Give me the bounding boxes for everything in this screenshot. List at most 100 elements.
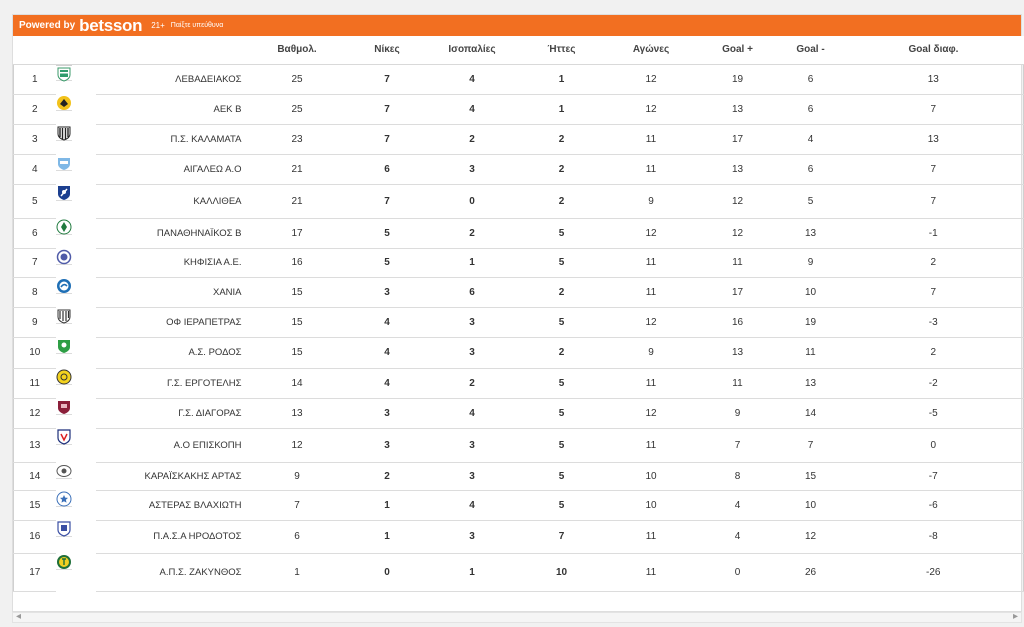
table-row: 17 Α.Π.Σ. ΖΑΚΥΝΘΟΣ 1 0 1 10 11 0 26 -26 (13, 553, 1024, 592)
goals-for-cell: 7 (697, 428, 778, 463)
col-points[interactable]: Βαθμολ. (245, 36, 349, 65)
goals-against-cell: 7 (777, 428, 844, 463)
goals-against-cell: 12 (777, 520, 844, 554)
goals-for-cell: 13 (697, 94, 778, 125)
draws-cell: 4 (425, 63, 519, 95)
col-losses[interactable]: Ήττες (518, 36, 605, 65)
col-goal-diff[interactable]: Goal διαφ. (843, 36, 1024, 65)
scroll-left-icon[interactable]: ◂ (16, 611, 21, 622)
team-logo-icon (57, 400, 70, 414)
goal-diff-cell: 7 (843, 277, 1024, 308)
wins-cell: 7 (348, 94, 426, 125)
position-cell: 6 (13, 218, 56, 249)
goals-against-cell: 9 (777, 248, 844, 278)
draws-cell: 1 (425, 248, 519, 278)
goals-against-cell: 26 (777, 553, 844, 592)
scroll-right-icon[interactable]: ▸ (1013, 611, 1018, 622)
losses-cell: 2 (518, 337, 605, 369)
position-cell: 17 (13, 553, 56, 592)
losses-cell: 5 (518, 307, 605, 338)
wins-cell: 7 (348, 63, 426, 95)
col-goals-against[interactable]: Goal - (777, 36, 844, 65)
draws-cell: 4 (425, 490, 519, 521)
games-cell: 12 (604, 63, 698, 95)
draws-cell: 3 (425, 462, 519, 491)
goal-diff-cell: -3 (843, 307, 1024, 338)
draws-cell: 2 (425, 124, 519, 155)
team-name-cell: Π.Σ. ΚΑΛΑΜΑΤΑ (95, 124, 246, 155)
team-logo-icon (57, 339, 70, 353)
betsson-logo[interactable]: betsson (79, 17, 142, 34)
losses-cell: 10 (518, 553, 605, 592)
games-cell: 12 (604, 307, 698, 338)
team-name-cell: Α.Σ. ΡΟΔΟΣ (95, 337, 246, 369)
team-logo-cell (55, 429, 72, 445)
team-logo-cell (55, 65, 72, 82)
table-row: 7 ΚΗΦΙΣΙΑ Α.Ε. 16 5 1 5 11 11 9 2 (13, 248, 1024, 278)
position-cell: 2 (13, 94, 56, 125)
wins-cell: 1 (348, 520, 426, 554)
points-cell: 1 (245, 553, 349, 592)
wins-cell: 0 (348, 553, 426, 592)
team-logo-icon (56, 95, 71, 110)
team-logo-cell (55, 521, 72, 537)
wins-cell: 5 (348, 218, 426, 249)
standings-widget: Powered by betsson 21+ Παίξτε υπεύθυνα Β… (12, 14, 1024, 612)
team-name-cell: ΑΕΚ Β (95, 94, 246, 125)
team-logo-icon (57, 67, 70, 82)
team-name-cell: Α.Ο ΕΠΙΣΚΟΠΗ (95, 428, 246, 463)
goal-diff-cell: -6 (843, 490, 1024, 521)
goal-diff-cell: -7 (843, 462, 1024, 491)
team-logo-icon (56, 219, 71, 235)
games-cell: 9 (604, 184, 698, 219)
points-cell: 9 (245, 462, 349, 491)
table-row: 10 Α.Σ. ΡΟΔΟΣ 15 4 3 2 9 13 11 2 (13, 337, 1024, 369)
goals-for-cell: 4 (697, 490, 778, 521)
team-logo-icon (56, 491, 71, 507)
goals-for-cell: 12 (697, 218, 778, 249)
team-logo-cell (55, 463, 72, 479)
goals-for-cell: 11 (697, 248, 778, 278)
points-cell: 12 (245, 428, 349, 463)
games-cell: 11 (604, 520, 698, 554)
points-cell: 7 (245, 490, 349, 521)
wins-cell: 3 (348, 398, 426, 429)
col-games[interactable]: Αγώνες (604, 36, 698, 65)
team-logo-cell (55, 249, 72, 265)
games-cell: 11 (604, 154, 698, 185)
col-wins[interactable]: Νίκες (348, 36, 426, 65)
team-logo-cell (55, 155, 72, 171)
col-draws[interactable]: Ισοπαλίες (425, 36, 519, 65)
team-logo-icon (56, 429, 71, 445)
goal-diff-cell: -8 (843, 520, 1024, 554)
draws-cell: 3 (425, 428, 519, 463)
position-cell: 1 (13, 63, 56, 95)
points-cell: 14 (245, 368, 349, 399)
team-name-cell: ΠΑΝΑΘΗΝΑΪΚΟΣ Β (95, 218, 246, 249)
team-logo-cell (55, 219, 72, 235)
games-cell: 9 (604, 337, 698, 369)
table-row: 3 Π.Σ. ΚΑΛΑΜΑΤΑ 23 7 2 2 11 17 4 13 (13, 124, 1024, 155)
position-cell: 14 (13, 462, 56, 491)
goal-diff-cell: -5 (843, 398, 1024, 429)
goals-against-cell: 13 (777, 368, 844, 399)
team-name-cell: ΧΑΝΙΑ (95, 277, 246, 308)
team-logo-cell (55, 399, 72, 415)
draws-cell: 4 (425, 398, 519, 429)
goals-for-cell: 13 (697, 337, 778, 369)
col-goals-for[interactable]: Goal + (697, 36, 778, 65)
team-logo-cell (55, 308, 72, 324)
draws-cell: 3 (425, 154, 519, 185)
draws-cell: 3 (425, 307, 519, 338)
goals-against-cell: 11 (777, 337, 844, 369)
wins-cell: 1 (348, 490, 426, 521)
team-logo-icon (57, 185, 70, 200)
horizontal-scrollbar[interactable]: ◂ ▸ (12, 611, 1022, 623)
points-cell: 15 (245, 307, 349, 338)
losses-cell: 5 (518, 248, 605, 278)
points-cell: 13 (245, 398, 349, 429)
position-cell: 13 (13, 428, 56, 463)
losses-cell: 5 (518, 490, 605, 521)
team-name-cell: Α.Π.Σ. ΖΑΚΥΝΘΟΣ (95, 553, 246, 592)
goals-for-cell: 11 (697, 368, 778, 399)
